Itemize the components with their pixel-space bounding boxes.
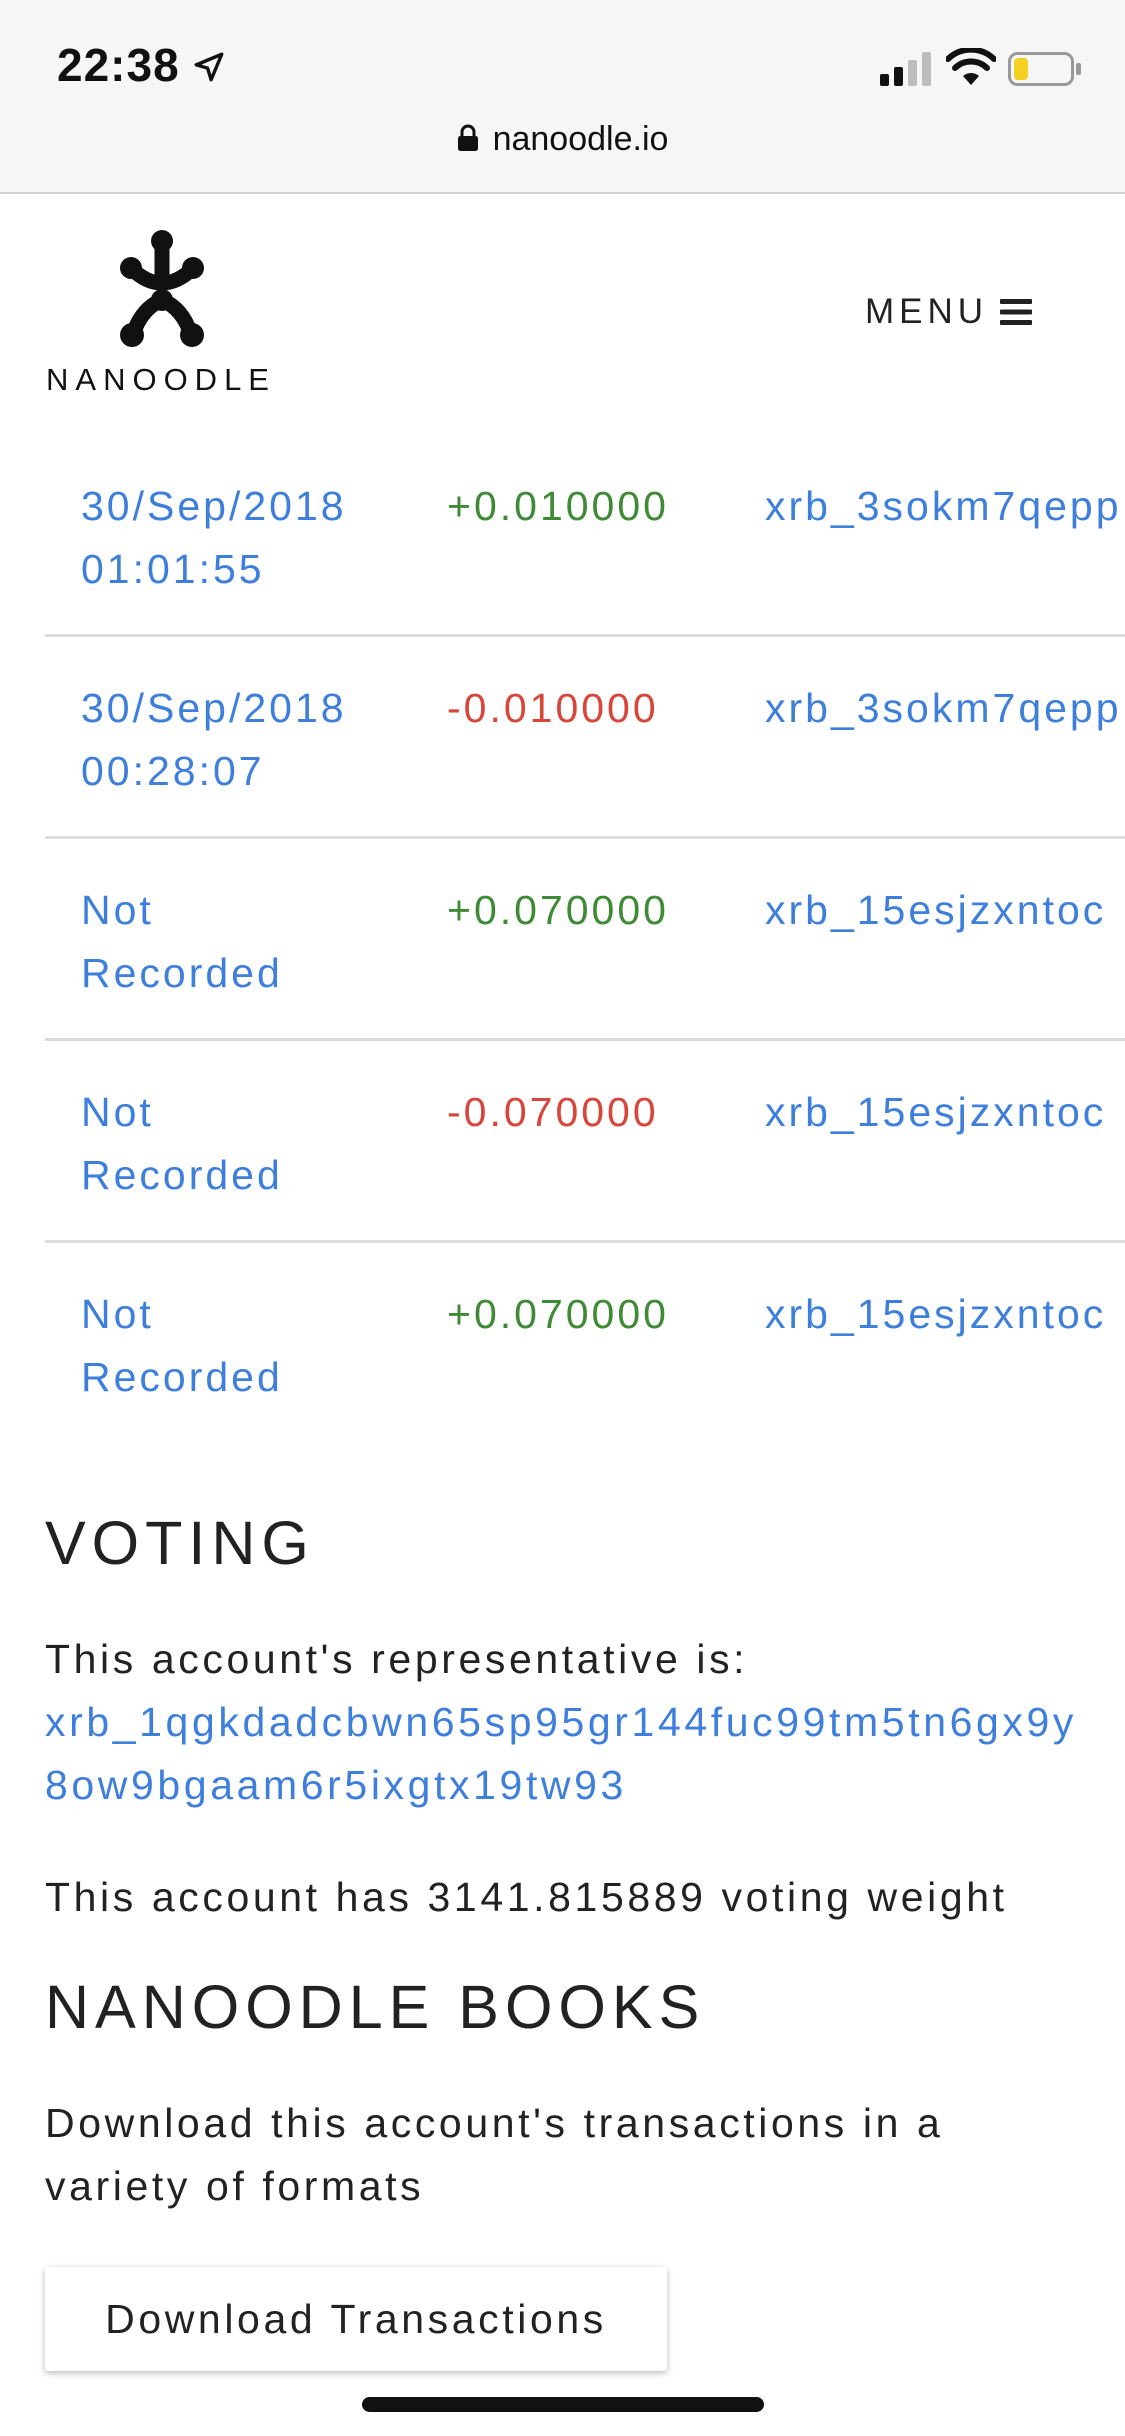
- transaction-amount: +0.010000: [447, 483, 669, 529]
- voting-weight-text: This account has 3141.815889 voting weig…: [45, 1874, 1008, 1920]
- transaction-list: 30/Sep/2018 01:01:55 +0.010000 xrb_3sokm…: [45, 435, 1125, 1442]
- books-description: Download this account's transactions in …: [45, 2100, 944, 2209]
- download-transactions-button[interactable]: Download Transactions: [45, 2267, 667, 2371]
- transaction-date-link[interactable]: Not Recorded: [81, 1283, 401, 1409]
- menu-button[interactable]: MENU: [865, 290, 1033, 332]
- transaction-account-link[interactable]: xrb_15esjzxntoc: [765, 1081, 1125, 1144]
- transaction-date-link[interactable]: 30/Sep/2018 00:28:07: [81, 677, 401, 803]
- transaction-amount: +0.070000: [447, 887, 669, 933]
- representative-address-link[interactable]: xrb_1qgkdadcbwn65sp95gr144fuc99tm5tn6gx9…: [45, 1691, 1085, 1817]
- transaction-date-link[interactable]: Not Recorded: [81, 879, 401, 1005]
- transaction-account-link[interactable]: xrb_15esjzxntoc: [765, 1283, 1125, 1346]
- battery-icon: [1008, 52, 1081, 86]
- representative-label: This account's representative is:: [45, 1636, 749, 1682]
- location-arrow-icon: [194, 52, 224, 82]
- books-heading: NANOODLE BOOKS: [45, 1973, 706, 2041]
- transaction-account-link[interactable]: xrb_3sokm7qepp: [765, 677, 1125, 740]
- wifi-icon: [946, 48, 996, 85]
- voting-heading: VOTING: [45, 1509, 315, 1577]
- transaction-row: Not Recorded -0.070000 xrb_15esjzxntoc: [45, 1041, 1125, 1243]
- lock-icon: [457, 124, 478, 151]
- nanoodle-logo-icon: [120, 230, 204, 347]
- transaction-date-link[interactable]: Not Recorded: [81, 1081, 401, 1207]
- transaction-row: Not Recorded +0.070000 xrb_15esjzxntoc: [45, 839, 1125, 1041]
- transaction-date-link[interactable]: 30/Sep/2018 01:01:55: [81, 475, 401, 601]
- status-bar: 22:38: [0, 0, 1125, 112]
- transaction-row: Not Recorded +0.070000 xrb_15esjzxntoc: [45, 1243, 1125, 1442]
- status-time: 22:38: [57, 39, 180, 91]
- home-indicator[interactable]: [362, 2397, 764, 2412]
- transaction-row: 30/Sep/2018 01:01:55 +0.010000 xrb_3sokm…: [45, 435, 1125, 637]
- address-bar[interactable]: nanoodle.io: [0, 112, 1125, 194]
- transaction-row: 30/Sep/2018 00:28:07 -0.010000 xrb_3sokm…: [45, 637, 1125, 839]
- transaction-amount: +0.070000: [447, 1291, 669, 1337]
- representative-block: This account's representative is: xrb_1q…: [45, 1628, 1085, 1817]
- logo-wordmark[interactable]: NANOODLE: [46, 362, 276, 398]
- url-text: nanoodle.io: [492, 120, 669, 158]
- hamburger-menu-icon: [1000, 298, 1033, 325]
- transaction-amount: -0.010000: [447, 685, 659, 731]
- menu-label: MENU: [865, 291, 989, 331]
- cellular-signal-icon: [880, 52, 931, 86]
- transaction-account-link[interactable]: xrb_3sokm7qepp: [765, 475, 1125, 538]
- transaction-amount: -0.070000: [447, 1089, 659, 1135]
- transaction-account-link[interactable]: xrb_15esjzxntoc: [765, 879, 1125, 942]
